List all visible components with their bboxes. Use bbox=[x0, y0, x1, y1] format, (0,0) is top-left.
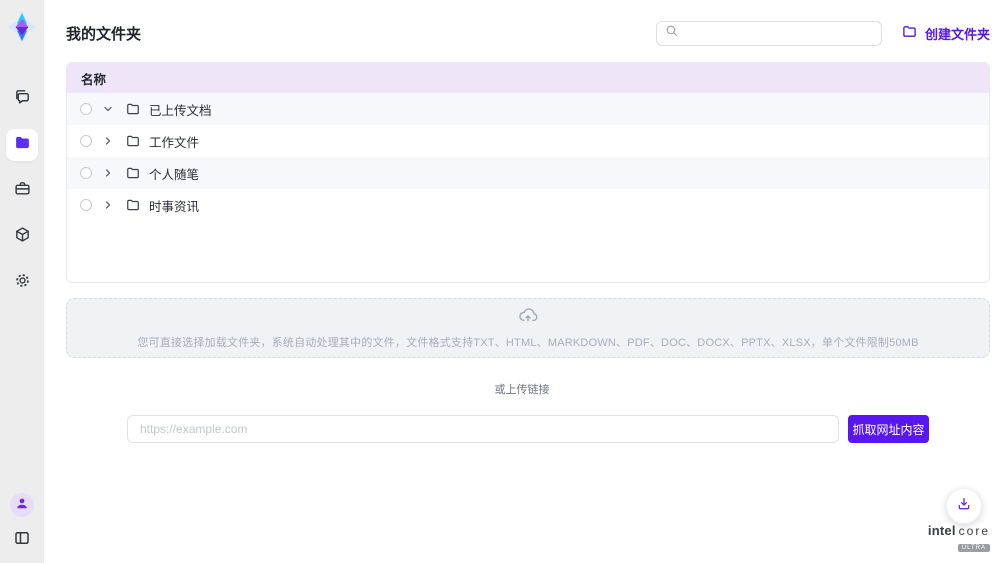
sidebar-item-chat[interactable] bbox=[6, 83, 38, 115]
user-avatar-icon bbox=[15, 496, 29, 515]
folder-outline-icon bbox=[126, 134, 140, 148]
core-wordmark: core bbox=[959, 525, 990, 537]
folder-outline-icon bbox=[126, 166, 140, 180]
cloud-upload-icon bbox=[518, 307, 538, 328]
folder-name: 个人随笔 bbox=[149, 164, 199, 183]
create-folder-icon bbox=[902, 24, 917, 42]
folder-table: 名称 已上传文档 bbox=[66, 62, 990, 283]
briefcase-icon bbox=[14, 180, 31, 202]
download-icon bbox=[956, 496, 972, 517]
column-header-name: 名称 bbox=[67, 63, 989, 93]
row-checkbox[interactable] bbox=[80, 135, 92, 147]
app-logo bbox=[6, 9, 38, 45]
folder-name: 已上传文档 bbox=[149, 100, 212, 119]
folder-outline-icon bbox=[126, 102, 140, 116]
ultra-badge: ULTRA bbox=[958, 544, 990, 552]
chevron-right-icon[interactable] bbox=[102, 199, 114, 211]
folder-list: 已上传文档 工作文件 bbox=[67, 93, 989, 221]
user-avatar[interactable] bbox=[10, 493, 34, 517]
chat-icon bbox=[14, 88, 31, 110]
intel-wordmark: intel bbox=[928, 524, 956, 537]
folder-row[interactable]: 已上传文档 bbox=[67, 93, 989, 125]
upload-dropzone[interactable]: 您可直接选择加载文件夹，系统自动处理其中的文件，文件格式支持TXT、HTML、M… bbox=[66, 298, 990, 358]
url-fetch-row: 抓取网址内容 bbox=[66, 415, 990, 443]
chevron-right-icon[interactable] bbox=[102, 167, 114, 179]
upload-hint: 您可直接选择加载文件夹，系统自动处理其中的文件，文件格式支持TXT、HTML、M… bbox=[137, 334, 918, 350]
page-title: 我的文件夹 bbox=[66, 23, 141, 44]
url-input[interactable] bbox=[127, 415, 839, 443]
panel-toggle[interactable] bbox=[13, 529, 31, 547]
search-icon bbox=[665, 24, 678, 42]
search-box bbox=[656, 21, 882, 46]
panel-toggle-icon bbox=[13, 534, 31, 551]
folder-outline-icon bbox=[126, 198, 140, 212]
or-upload-link-label: 或上传链接 bbox=[44, 381, 1000, 397]
sidebar-item-apps[interactable] bbox=[6, 221, 38, 253]
row-checkbox[interactable] bbox=[80, 103, 92, 115]
folder-row[interactable]: 时事资讯 bbox=[67, 189, 989, 221]
intel-core-logo: intel core ULTRA bbox=[928, 524, 990, 553]
sidebar bbox=[0, 0, 44, 563]
folder-icon bbox=[14, 134, 31, 156]
chevron-down-icon[interactable] bbox=[102, 103, 114, 115]
sidebar-item-folders[interactable] bbox=[6, 129, 38, 161]
create-folder-label: 创建文件夹 bbox=[925, 24, 990, 43]
folder-row[interactable]: 个人随笔 bbox=[67, 157, 989, 189]
fetch-url-button[interactable]: 抓取网址内容 bbox=[848, 415, 929, 443]
main-content: 我的文件夹 创建文件夹 名称 bbox=[44, 0, 1000, 563]
row-checkbox[interactable] bbox=[80, 167, 92, 179]
settings-icon bbox=[14, 272, 31, 294]
cube-icon bbox=[14, 226, 31, 248]
create-folder-button[interactable]: 创建文件夹 bbox=[902, 24, 990, 43]
search-input[interactable] bbox=[684, 26, 873, 40]
download-fab[interactable] bbox=[946, 488, 982, 524]
chevron-right-icon[interactable] bbox=[102, 135, 114, 147]
sidebar-bottom bbox=[10, 493, 34, 563]
sidebar-item-settings[interactable] bbox=[6, 267, 38, 299]
folder-name: 时事资讯 bbox=[149, 196, 199, 215]
sidebar-item-workspace[interactable] bbox=[6, 175, 38, 207]
row-checkbox[interactable] bbox=[80, 199, 92, 211]
folder-row[interactable]: 工作文件 bbox=[67, 125, 989, 157]
sidebar-nav bbox=[6, 83, 38, 313]
page-header: 我的文件夹 创建文件夹 bbox=[66, 18, 990, 48]
folder-name: 工作文件 bbox=[149, 132, 199, 151]
